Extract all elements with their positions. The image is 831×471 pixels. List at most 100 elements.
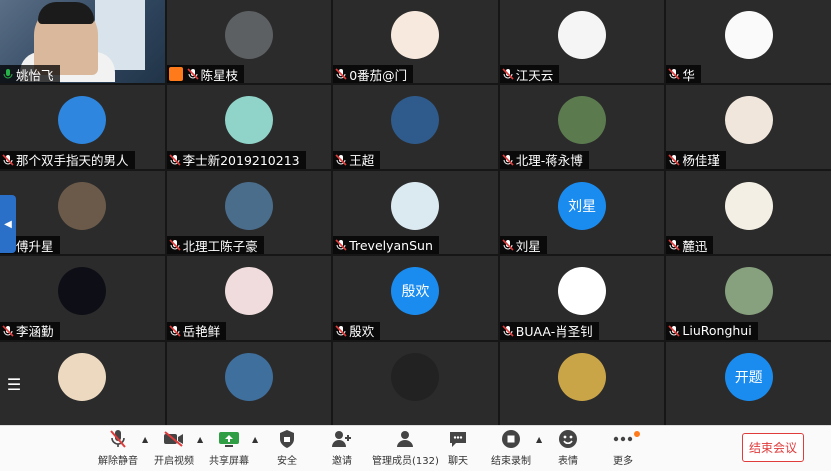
chat-icon <box>447 428 469 450</box>
glasses-cartoon-avatar <box>558 267 607 316</box>
man-photo-avatar <box>391 352 440 401</box>
video-options-caret[interactable]: ▲ <box>197 435 203 444</box>
participant-name: LiuRonghui <box>682 323 752 339</box>
participant-tile[interactable]: 李士新2019210213 <box>166 85 332 169</box>
chat-button[interactable]: 聊天 <box>447 428 469 468</box>
participant-tile[interactable]: 王超 <box>333 85 498 169</box>
end-meeting-button[interactable]: 结束会议 <box>742 433 804 462</box>
participant-tile[interactable]: BUAA-肖圣钊 <box>499 256 665 340</box>
totoro-badge-avatar <box>558 11 607 60</box>
unmute-button[interactable]: 解除静音 <box>98 428 138 468</box>
participant-tile[interactable]: 华 <box>666 0 831 84</box>
cartoon-character-avatar <box>224 96 273 145</box>
participant-name: 麓迅 <box>682 238 708 254</box>
participant-tile[interactable]: 杨佳瑾 <box>666 85 831 169</box>
muted-mic-icon <box>668 239 680 251</box>
participant-name-bar: 0番茄@门 <box>333 65 414 84</box>
sidebar-collapse-handle[interactable]: ◀ <box>0 195 16 253</box>
participant-name: 傅升星 <box>16 238 54 254</box>
flower-girl-avatar <box>58 352 107 401</box>
participant-name-bar: BUAA-肖圣钊 <box>499 321 599 340</box>
muted-mic-icon <box>2 154 14 166</box>
muted-mic-icon <box>169 154 181 166</box>
participant-name: 0番茄@门 <box>349 67 408 83</box>
participant-name: 杨佳瑾 <box>682 153 720 169</box>
notification-dot <box>634 431 640 437</box>
participant-name-bar: 杨佳瑾 <box>666 150 726 169</box>
participant-name-bar: 李士新2019210213 <box>166 150 306 169</box>
participant-tile[interactable] <box>499 341 665 425</box>
more-button[interactable]: 更多 <box>612 428 634 468</box>
participant-name-bar: 岳艳鲜 <box>166 321 227 340</box>
participant-name: 那个双手指天的男人 <box>16 153 129 169</box>
participant-tile[interactable] <box>333 341 498 425</box>
participant-tile[interactable]: 北理工陈子豪 <box>166 170 332 255</box>
participant-tile[interactable]: 刘星 刘星 <box>499 170 665 255</box>
muted-mic-icon <box>335 239 347 251</box>
participant-tile[interactable]: 陈星枝 <box>166 0 332 84</box>
end-recording-button[interactable]: 结束录制 <box>491 428 531 468</box>
participant-tile[interactable]: 傅升星 <box>0 170 165 255</box>
participant-tile[interactable]: 李涵勤 <box>0 256 165 340</box>
share-options-caret[interactable]: ▲ <box>252 435 258 444</box>
participant-tile[interactable]: 北理-蒋永博 <box>499 85 665 169</box>
muted-mic-icon <box>502 154 514 166</box>
participant-tile[interactable]: 麓迅 <box>666 170 831 255</box>
anime-girl-avatar <box>724 181 773 230</box>
participant-name: 刘星 <box>515 238 541 254</box>
invite-button[interactable]: 邀请 <box>331 428 353 468</box>
lake-photo-avatar <box>224 352 273 401</box>
participant-tile[interactable]: 那个双手指天的男人 <box>0 85 165 169</box>
ocean-photo-avatar <box>391 96 440 145</box>
video-grid: 姚怡飞 陈星枝 0番茄@门 江天云华那个双手指天的男人 李士新2019210213 王超北… <box>0 0 831 425</box>
participant-name-bar: 江天云 <box>499 65 560 84</box>
list-view-icon[interactable]: ☰ <box>3 374 25 396</box>
participant-tile[interactable]: 开题 <box>666 341 831 425</box>
meeting-toolbar: 解除静音 ▲ 开启视频 ▲ 共享屏幕 ▲ 安全 邀请 管理成员(132) 聊天 … <box>0 425 831 471</box>
more-dots-icon <box>612 428 634 450</box>
text-avatar: 殷欢 <box>391 267 440 316</box>
participant-name: 华 <box>682 67 695 83</box>
participant-name: 殷欢 <box>349 324 375 340</box>
participant-tile[interactable]: TrevelyanSun <box>333 170 498 255</box>
muted-mic-icon <box>169 325 181 337</box>
dark-sketch-avatar <box>58 267 107 316</box>
muted-mic-icon <box>668 68 680 80</box>
smiley-icon <box>557 428 579 450</box>
participant-tile[interactable]: LiuRonghui <box>666 256 831 340</box>
participant-name-bar: 王超 <box>333 150 381 169</box>
audio-options-caret[interactable]: ▲ <box>142 435 148 444</box>
reactions-button[interactable]: 表情 <box>557 428 579 468</box>
muted-mic-icon <box>502 68 514 80</box>
add-user-icon <box>331 428 353 450</box>
security-button[interactable]: 安全 <box>276 428 298 468</box>
manage-members-button[interactable]: 管理成员(132) <box>372 428 439 468</box>
share-screen-button[interactable]: 共享屏幕 <box>209 428 249 468</box>
participant-name: 北理工陈子豪 <box>182 238 258 254</box>
record-options-caret[interactable]: ▲ <box>536 435 542 444</box>
self-video-tile[interactable]: 姚怡飞 <box>0 0 165 84</box>
active-speaker-icon <box>2 68 14 80</box>
anime-character-avatar <box>224 267 273 316</box>
participant-name-bar: LiuRonghui <box>666 321 758 340</box>
muted-mic-icon <box>502 239 514 251</box>
participant-name: 李士新2019210213 <box>182 153 300 169</box>
participant-tile[interactable]: 江天云 <box>499 0 665 84</box>
participant-name: BUAA-肖圣钊 <box>515 324 593 340</box>
muted-mic-icon <box>668 154 680 166</box>
share-screen-icon <box>218 428 240 450</box>
cartoon-man-avatar <box>58 96 107 145</box>
muted-mic-icon <box>335 154 347 166</box>
start-video-button[interactable]: 开启视频 <box>154 428 194 468</box>
participant-name-bar: 麓迅 <box>666 236 714 255</box>
participant-name: 王超 <box>349 153 375 169</box>
shield-icon <box>276 428 298 450</box>
muted-mic-icon <box>668 325 680 337</box>
participant-name-bar: TrevelyanSun <box>333 236 439 255</box>
cartoon-dog-avatar <box>724 11 773 60</box>
participant-tile[interactable]: 殷欢 殷欢 <box>333 256 498 340</box>
participant-tile[interactable]: 岳艳鲜 <box>166 256 332 340</box>
participant-tile[interactable] <box>166 341 332 425</box>
building-photo-avatar <box>224 11 273 60</box>
participant-tile[interactable]: 0番茄@门 <box>333 0 498 84</box>
